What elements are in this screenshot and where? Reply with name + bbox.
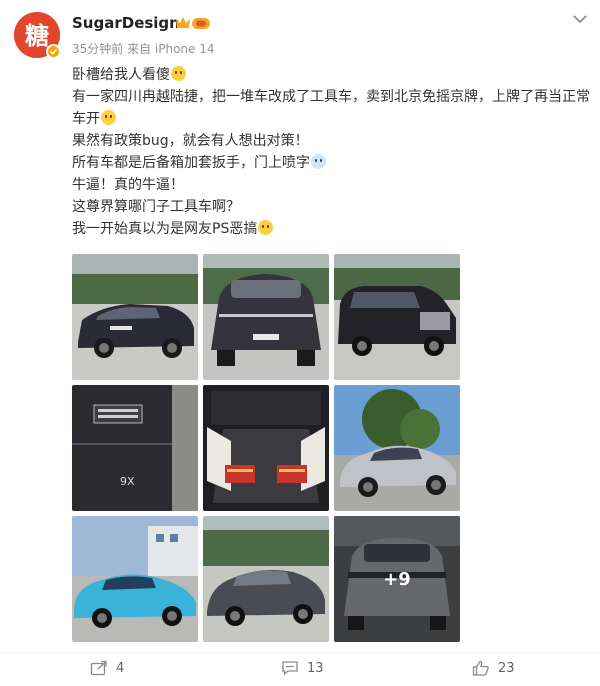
- post-line: 卧槽给我人看傻: [72, 67, 170, 83]
- post-line: 牛逼！真的牛逼！: [72, 177, 184, 193]
- avatar-text: 糖: [25, 22, 49, 50]
- post-line: 所有车都是后备箱加套扳手，门上喷字: [72, 155, 310, 171]
- photo-grid: 9X +9: [72, 254, 460, 642]
- photo-thumbnail[interactable]: [334, 254, 460, 380]
- post-meta: 35分钟前 来自 iPhone 14: [72, 42, 215, 56]
- photo-thumbnail[interactable]: [72, 254, 198, 380]
- post-line: 果然有政策bug，就会有人想出对策！: [72, 133, 309, 149]
- more-photos-count: +9: [334, 516, 460, 642]
- like-count: 23: [498, 660, 515, 676]
- photo-thumbnail-more[interactable]: +9: [334, 516, 460, 642]
- laughing-emoji-icon: [101, 110, 116, 125]
- like-button[interactable]: 23: [472, 658, 515, 678]
- comment-icon: [282, 661, 298, 676]
- comment-count: 13: [307, 660, 324, 676]
- chevron-down-icon[interactable]: [572, 12, 588, 26]
- photo-thumbnail[interactable]: [203, 254, 329, 380]
- photo-thumbnail[interactable]: [72, 516, 198, 642]
- post-body: 卧槽给我人看傻 有一家四川冉越陆捷，把一堆车改成了工具车，卖到北京免摇京牌，上牌…: [72, 64, 592, 240]
- divider: [0, 652, 600, 653]
- share-icon: [90, 660, 107, 676]
- car-badge: 9X: [120, 475, 135, 488]
- confused-emoji-icon: [311, 154, 326, 169]
- shocked-emoji-icon: [171, 66, 186, 81]
- photo-thumbnail[interactable]: [334, 385, 460, 511]
- weibo-post-card: 糖 SugarDesign 35分钟前 来自 iPhone 14 卧槽给我人看傻…: [0, 0, 600, 686]
- post-line: 有一家四川冉越陆捷，把一堆车改成了工具车，卖到北京免摇京牌，上牌了再当正常车开: [72, 89, 590, 127]
- verified-icon: [46, 44, 61, 59]
- photo-thumbnail[interactable]: [203, 385, 329, 511]
- laughing-emoji-icon: [258, 220, 274, 235]
- like-icon: [472, 660, 489, 676]
- post-line: 我一开始真以为是网友PS恶搞: [72, 221, 258, 237]
- username[interactable]: SugarDesign: [72, 14, 180, 32]
- comment-button[interactable]: 13: [281, 658, 324, 678]
- photo-thumbnail[interactable]: [203, 516, 329, 642]
- crown-icon[interactable]: [174, 14, 212, 32]
- photo-thumbnail[interactable]: 9X: [72, 385, 198, 511]
- repost-count: 4: [116, 660, 125, 676]
- repost-button[interactable]: 4: [90, 658, 124, 678]
- post-line: 这尊界算哪门子工具车啊？: [72, 199, 240, 215]
